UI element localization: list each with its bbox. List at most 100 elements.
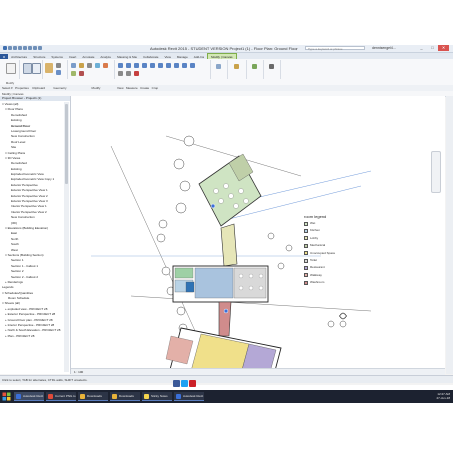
legend-entry: Toilet: [304, 258, 317, 263]
taskbar-button[interactable]: Autodesk Revit 2015: [14, 392, 44, 401]
view-scale[interactable]: 1 : 100: [74, 370, 83, 374]
elevation-tag-dot[interactable]: [223, 308, 229, 314]
trim-icon[interactable]: [166, 63, 171, 68]
properties-icon[interactable]: [23, 63, 32, 74]
grid-bubble[interactable]: [161, 266, 171, 276]
project-browser: Project Browser - Project1 (1) □ Views (…: [0, 96, 71, 374]
system-clock[interactable]: 12:27 AM 27-Jun-18: [420, 392, 450, 400]
cope-icon[interactable]: [71, 63, 76, 68]
mirror-icon[interactable]: [134, 63, 139, 68]
split-icon[interactable]: [174, 63, 179, 68]
browser-tree-item[interactable]: + Plan - PROJECT 28: [0, 334, 64, 339]
align-icon[interactable]: [118, 63, 123, 68]
array-icon[interactable]: [182, 63, 187, 68]
print-icon[interactable]: [28, 46, 32, 50]
undo-icon[interactable]: [18, 46, 22, 50]
elevation-marker-circle[interactable]: [339, 312, 347, 320]
grid-bubble[interactable]: [267, 232, 275, 240]
copy-icon[interactable]: [56, 70, 61, 75]
grid-bubble[interactable]: [285, 244, 293, 252]
wall-joins-icon[interactable]: [95, 63, 100, 68]
grid-bubble[interactable]: [277, 262, 285, 270]
grid-bubble[interactable]: [156, 233, 166, 243]
grid-bubble[interactable]: [339, 320, 347, 328]
paste-icon[interactable]: [45, 63, 53, 73]
title-bar: Autodesk Revit 2015 - STUDENT VERSION Pr…: [0, 45, 453, 53]
project-browser-title: Project Browser - Project1 (1): [0, 96, 70, 101]
taskbar-button[interactable]: Sticky Notes: [142, 392, 172, 401]
grid-bubble[interactable]: [173, 158, 185, 170]
table-symbol: [213, 188, 219, 194]
room-wet[interactable]: [198, 155, 262, 227]
cut-icon[interactable]: [56, 63, 61, 68]
legend-label: Washroom: [310, 280, 325, 285]
unpin-icon[interactable]: [126, 71, 131, 76]
facebook-icon[interactable]: [173, 380, 180, 387]
demolish-icon[interactable]: [79, 71, 84, 76]
open-icon[interactable]: [8, 46, 12, 50]
table-symbol: [228, 193, 234, 199]
taskbar-button[interactable]: Downloads: [110, 392, 140, 401]
ribbon-group-view: [211, 60, 228, 79]
view-cube[interactable]: [431, 151, 441, 193]
create-group-icon[interactable]: [252, 64, 257, 69]
room-restaurant[interactable]: [194, 267, 234, 299]
floor-plan-drawing[interactable]: [71, 96, 445, 385]
hide-element-icon[interactable]: [216, 64, 221, 69]
pin-icon[interactable]: [118, 71, 123, 76]
redo-icon[interactable]: [23, 46, 27, 50]
upper-building-block[interactable]: [198, 153, 262, 227]
minimize-button[interactable]: _: [416, 45, 427, 51]
grid-bubble[interactable]: [176, 306, 186, 316]
taskbar-button[interactable]: Current PNG to P3...: [46, 392, 76, 401]
taskbar-button[interactable]: Autodesk Revit 20...: [174, 392, 204, 401]
room-lobby[interactable]: [220, 223, 238, 267]
grid-bubble[interactable]: [158, 219, 168, 229]
delete-icon[interactable]: [134, 71, 139, 76]
status-bar: Click to select, TAB for alternates, CTR…: [0, 375, 453, 383]
measure-tool-icon[interactable]: [234, 64, 239, 69]
room-toilet[interactable]: [233, 267, 267, 299]
grid-bubble[interactable]: [327, 320, 335, 328]
revit-app-icon[interactable]: [3, 46, 7, 50]
room-pool[interactable]: [185, 281, 195, 293]
save-icon[interactable]: [13, 46, 17, 50]
close-button[interactable]: ✕: [438, 45, 449, 51]
browser-scrollbar-thumb[interactable]: [65, 104, 68, 184]
modify-cursor-icon[interactable]: [6, 63, 16, 74]
paint-icon[interactable]: [103, 63, 108, 68]
view-control-bar: 1 : 100: [71, 368, 445, 375]
move-icon[interactable]: [142, 63, 147, 68]
join-icon[interactable]: [87, 63, 92, 68]
split-face-icon[interactable]: [71, 71, 76, 76]
legend-entry: Lobby: [304, 236, 318, 241]
3d-view-icon[interactable]: [38, 46, 42, 50]
taskbar-button[interactable]: Downloads: [78, 392, 108, 401]
room-green[interactable]: [174, 267, 194, 279]
cut-geometry-icon[interactable]: [79, 63, 84, 68]
app-icon: [144, 394, 149, 399]
room-washroom[interactable]: [218, 301, 232, 337]
rotate-icon[interactable]: [158, 63, 163, 68]
search-input[interactable]: Type a keyword or phrase: [305, 46, 365, 51]
scale-icon[interactable]: [190, 63, 195, 68]
measure-icon[interactable]: [33, 46, 37, 50]
pinterest-icon[interactable]: [189, 380, 196, 387]
twitter-icon[interactable]: [181, 380, 188, 387]
drawing-canvas[interactable]: room legend Wet Kitchen Lobby Mechanical Uno…: [71, 96, 445, 385]
grid-bubble[interactable]: [175, 202, 187, 214]
user-name[interactable]: dennisengel4...: [372, 46, 396, 50]
legend-label: Unoccupied Space: [310, 250, 336, 255]
crop-icon[interactable]: [269, 64, 274, 69]
type-properties-icon[interactable]: [32, 63, 41, 74]
copy-element-icon[interactable]: [150, 63, 155, 68]
legend-swatch: [304, 236, 308, 241]
legend-entry: Kitchen: [304, 228, 320, 233]
grid-bubble[interactable]: [183, 135, 195, 147]
elevation-tag-dot[interactable]: [210, 203, 216, 209]
grid-bubble[interactable]: [179, 180, 191, 192]
canvas-scrollbar[interactable]: [446, 96, 453, 374]
offset-icon[interactable]: [126, 63, 131, 68]
maximize-button[interactable]: □: [427, 45, 438, 51]
middle-building-block[interactable]: [172, 265, 269, 303]
